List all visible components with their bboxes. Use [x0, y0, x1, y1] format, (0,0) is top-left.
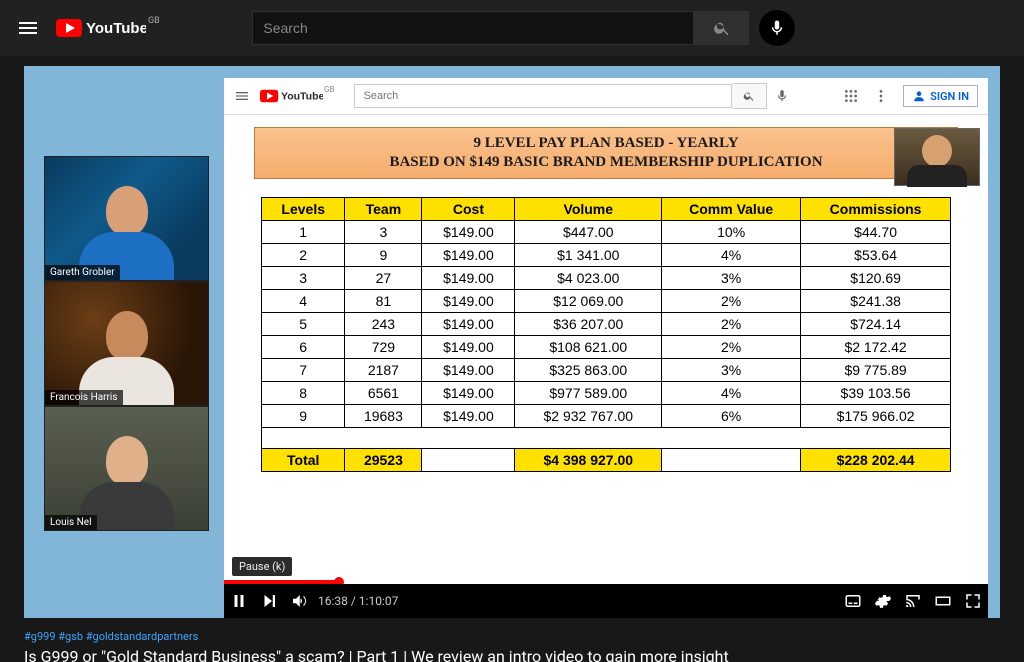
inner-search-button[interactable] — [732, 83, 767, 109]
slide-content: 9 LEVEL PAY PLAN BASED - YEARLY BASED ON… — [224, 115, 988, 472]
table-row: 327$149.00$4 023.003%$120.69 — [262, 266, 951, 289]
topbar: YouTube GB — [0, 0, 1024, 56]
player-controls: 16:38 / 1:10:07 — [224, 584, 988, 618]
cc-icon — [844, 592, 862, 610]
search-input[interactable] — [252, 11, 693, 45]
svg-text:YouTube: YouTube — [281, 91, 323, 103]
next-icon — [260, 592, 278, 610]
search-icon — [713, 19, 731, 37]
pay-plan-table: LevelsTeamCostVolumeComm ValueCommission… — [261, 197, 951, 472]
table-row: 5243$149.00$36 207.002%$724.14 — [262, 312, 951, 335]
hashtags[interactable]: #g999 #gsb #goldstandardpartners — [24, 630, 1000, 643]
volume-icon — [290, 592, 308, 610]
table-row: 919683$149.00$2 932 767.006%$175 966.02 — [262, 404, 951, 427]
slide-title: 9 LEVEL PAY PLAN BASED - YEARLY BASED ON… — [254, 127, 958, 179]
table-row: 29$149.00$1 341.004%$53.64 — [262, 243, 951, 266]
webcam: Louis Nel — [44, 406, 209, 531]
fullscreen-button[interactable] — [958, 592, 988, 610]
menu-icon[interactable] — [16, 16, 40, 40]
user-icon — [912, 89, 926, 103]
participant-name: Louis Nel — [45, 515, 97, 530]
slide-title-line1: 9 LEVEL PAY PLAN BASED - YEARLY — [473, 135, 738, 151]
below-player: #g999 #gsb #goldstandardpartners Is G999… — [24, 630, 1000, 662]
video-title: Is G999 or "Gold Standard Business" a sc… — [24, 647, 1000, 662]
participant-name: Francois Harris — [45, 390, 123, 405]
table-header: Comm Value — [662, 197, 801, 220]
table-row: 72187$149.00$325 863.003%$9 775.89 — [262, 358, 951, 381]
inner-youtube-logo[interactable]: YouTube GB — [260, 89, 334, 103]
search-button[interactable] — [693, 11, 749, 45]
table-header: Volume — [515, 197, 662, 220]
table-row: 6729$149.00$108 621.002%$2 172.42 — [262, 335, 951, 358]
table-header: Team — [345, 197, 422, 220]
webcam: Gareth Grobler — [44, 156, 209, 281]
pause-tooltip: Pause (k) — [232, 557, 292, 576]
table-header: Commissions — [801, 197, 951, 220]
more-icon[interactable] — [873, 88, 889, 104]
svg-text:YouTube: YouTube — [86, 20, 146, 37]
signin-label: SIGN IN — [930, 90, 969, 103]
search-icon — [743, 90, 755, 102]
participant-name: Gareth Grobler — [45, 265, 120, 280]
locale-label: GB — [148, 16, 160, 26]
voice-search-button[interactable] — [759, 10, 795, 46]
shared-screen: YouTube GB SIGN IN 9 LEVEL PAY PLAN BASE… — [224, 78, 988, 608]
apps-icon[interactable] — [843, 88, 859, 104]
gear-icon — [874, 592, 892, 610]
theater-button[interactable] — [928, 592, 958, 610]
table-total-row: Total29523$4 398 927.00$228 202.44 — [262, 448, 951, 471]
table-header: Levels — [262, 197, 345, 220]
signin-button[interactable]: SIGN IN — [903, 85, 978, 107]
cast-button[interactable] — [898, 592, 928, 610]
menu-icon[interactable] — [234, 88, 250, 104]
participant-cams: Gareth Grobler Francois Harris Louis Nel — [44, 156, 207, 531]
next-button[interactable] — [254, 592, 284, 610]
theater-icon — [934, 592, 952, 610]
slide-title-line2: BASED ON $149 BASIC BRAND MEMBERSHIP DUP… — [389, 154, 822, 170]
webcam: Francois Harris — [44, 281, 209, 406]
settings-button[interactable] — [868, 592, 898, 610]
table-row: 481$149.00$12 069.002%$241.38 — [262, 289, 951, 312]
video-player[interactable]: Gareth Grobler Francois Harris Louis Nel… — [24, 66, 1000, 618]
table-header: Cost — [422, 197, 515, 220]
picture-in-picture-cam — [894, 128, 980, 186]
inner-topbar: YouTube GB SIGN IN — [224, 78, 988, 115]
subtitles-button[interactable] — [838, 592, 868, 610]
search-form — [252, 10, 795, 46]
microphone-icon — [768, 19, 786, 37]
table-row: 13$149.00$447.0010%$44.70 — [262, 220, 951, 243]
inner-search-input[interactable] — [354, 84, 732, 108]
cast-icon — [904, 592, 922, 610]
inner-locale: GB — [324, 85, 334, 94]
youtube-logo[interactable]: YouTube GB — [56, 18, 160, 38]
pause-button[interactable] — [224, 592, 254, 610]
volume-button[interactable] — [284, 592, 314, 610]
pause-icon — [230, 592, 248, 610]
table-row: 86561$149.00$977 589.004%$39 103.56 — [262, 381, 951, 404]
microphone-icon[interactable] — [775, 89, 789, 103]
fullscreen-icon — [964, 592, 982, 610]
time-display: 16:38 / 1:10:07 — [318, 594, 398, 608]
